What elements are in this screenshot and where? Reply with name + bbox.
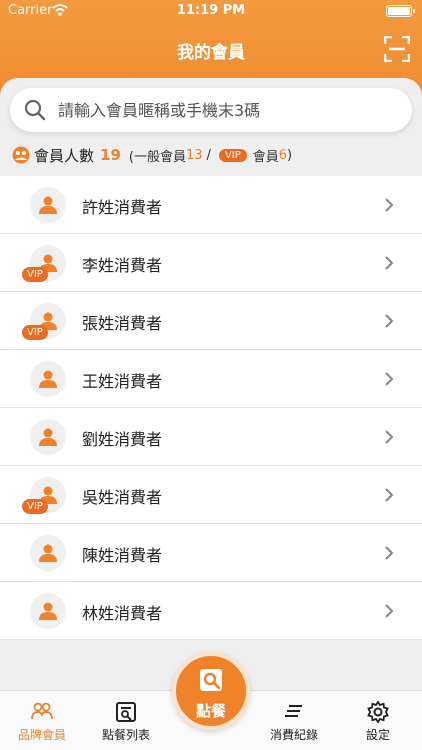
member-count-label: 會員人數 <box>34 146 95 165</box>
vip-count: 6 <box>278 147 288 163</box>
vip-tag: VIP <box>22 267 48 282</box>
members-icon <box>12 146 30 164</box>
status-bar: Carrier 11:19 PM <box>0 0 422 22</box>
person-icon <box>39 602 57 620</box>
chevron-right-icon <box>385 488 394 502</box>
avatar <box>30 361 66 397</box>
chevron-right-icon <box>385 198 394 212</box>
member-list: 許姓消費者 VIP 李姓消費者 VIP 張姓消費者 王姓消費者 劉姓消費者 VI… <box>0 176 422 640</box>
tab-brand-members[interactable]: 品牌會員 <box>0 691 84 750</box>
member-name: 吳姓消費者 <box>82 488 163 507</box>
summary-separator: / <box>206 147 211 163</box>
gear-icon <box>367 701 389 723</box>
member-row[interactable]: 林姓消費者 <box>0 582 422 640</box>
search-bar[interactable] <box>10 88 412 132</box>
vip-tag: VIP <box>22 325 48 340</box>
member-row[interactable]: 陳姓消費者 <box>0 524 422 582</box>
status-time: 11:19 PM <box>176 3 246 18</box>
scan-icon[interactable] <box>384 36 410 62</box>
battery-icon <box>386 5 415 17</box>
chevron-right-icon <box>385 314 394 328</box>
member-row[interactable]: 王姓消費者 <box>0 350 422 408</box>
member-name: 王姓消費者 <box>82 372 163 391</box>
chevron-right-icon <box>385 430 394 444</box>
tab-label: 設定 <box>365 728 390 742</box>
person-icon <box>39 196 57 214</box>
person-icon <box>39 544 57 562</box>
member-name: 陳姓消費者 <box>82 546 163 565</box>
tab-label: 消費紀錄 <box>269 728 318 742</box>
general-prefix: (一般會員 <box>128 149 186 165</box>
chevron-right-icon <box>385 604 394 618</box>
member-row[interactable]: 許姓消費者 <box>0 176 422 234</box>
member-name: 張姓消費者 <box>82 314 163 333</box>
general-count: 13 <box>185 147 203 163</box>
member-row[interactable]: VIP 張姓消費者 <box>0 292 422 350</box>
tab-settings[interactable]: 設定 <box>336 691 420 750</box>
vip-tag: VIP <box>22 499 48 514</box>
member-row[interactable]: 劉姓消費者 <box>0 408 422 466</box>
chevron-right-icon <box>385 546 394 560</box>
avatar <box>30 419 66 455</box>
person-icon <box>39 370 57 388</box>
avatar <box>30 593 66 629</box>
member-total: 19 <box>100 146 121 164</box>
chevron-right-icon <box>385 256 394 270</box>
records-icon <box>285 705 302 717</box>
tab-order-list[interactable]: 點餐列表 <box>84 691 168 750</box>
member-row[interactable]: VIP 李姓消費者 <box>0 234 422 292</box>
member-name: 許姓消費者 <box>82 198 163 217</box>
search-icon <box>24 99 46 121</box>
tab-label: 點餐列表 <box>101 728 150 742</box>
member-name: 劉姓消費者 <box>82 430 163 449</box>
page-title: 我的會員 <box>177 43 245 63</box>
order-button[interactable]: 點餐 <box>172 652 250 730</box>
member-name: 李姓消費者 <box>82 256 163 275</box>
order-list-icon <box>116 702 136 722</box>
member-name: 林姓消費者 <box>82 604 163 623</box>
chevron-right-icon <box>385 372 394 386</box>
person-icon <box>39 428 57 446</box>
order-label: 點餐 <box>195 702 226 720</box>
tab-label: 品牌會員 <box>17 728 66 742</box>
avatar <box>30 535 66 571</box>
member-row[interactable]: VIP 吳姓消費者 <box>0 466 422 524</box>
vip-label: 會員 <box>252 149 279 165</box>
search-menu-icon <box>200 669 222 691</box>
vip-badge: VIP <box>218 148 247 162</box>
main-content: 會員人數 19 (一般會員 13 / VIP 會員 6 ) 許姓消費者 VIP … <box>0 78 422 698</box>
summary-close: ) <box>287 147 293 163</box>
search-input[interactable] <box>58 88 398 132</box>
avatar <box>30 187 66 223</box>
tab-consumption-records[interactable]: 消費紀錄 <box>252 691 336 750</box>
member-summary: 會員人數 19 (一般會員 13 / VIP 會員 6 ) <box>12 144 292 166</box>
members-icon <box>31 702 53 720</box>
